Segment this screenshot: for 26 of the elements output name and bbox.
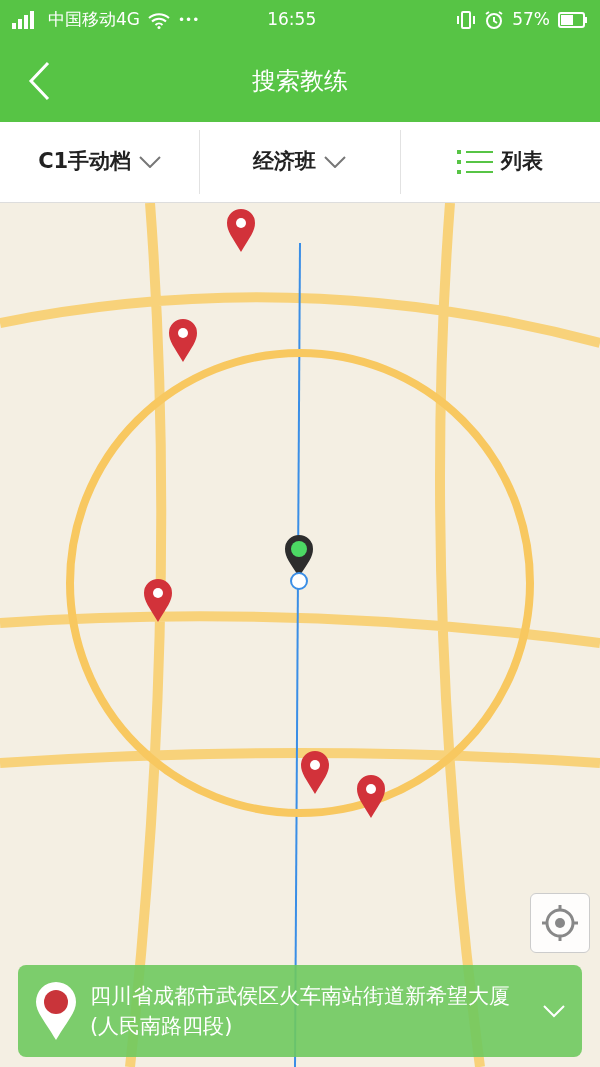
- chevron-down-icon: [139, 156, 162, 168]
- list-view-button[interactable]: 列表: [399, 130, 600, 194]
- filter-dropdown[interactable]: 经济班: [199, 130, 400, 194]
- battery-text: 57%: [512, 8, 550, 32]
- more-text: •••: [178, 12, 200, 29]
- alarm-icon: [484, 10, 505, 30]
- wifi-icon: [148, 11, 170, 29]
- chevron-down-icon: [324, 156, 347, 168]
- carrier-text: 中国移动4G: [48, 8, 140, 32]
- map-pin-icon[interactable]: [143, 579, 173, 623]
- map-pin-icon[interactable]: [356, 775, 386, 819]
- page-title: 搜索教练: [252, 66, 348, 97]
- chevron-down-icon: [542, 1004, 566, 1018]
- list-icon: [457, 150, 494, 174]
- back-icon: [28, 61, 50, 101]
- map-pin-icon[interactable]: [300, 751, 330, 795]
- filter-dropdown[interactable]: C1手动档: [0, 130, 200, 194]
- time-text: 16:55: [267, 8, 317, 32]
- location-pin-icon: [34, 980, 78, 1042]
- vibrate-icon: [456, 10, 477, 30]
- address-text: 四川省成都市武侯区火车南站街道新希望大厦(人民南路四段): [90, 983, 511, 1040]
- locate-icon: [540, 903, 580, 943]
- map-pin-icon[interactable]: [226, 209, 256, 253]
- battery-icon: [558, 12, 588, 28]
- locate-button[interactable]: [530, 893, 590, 953]
- map-pin-icon[interactable]: [168, 319, 198, 363]
